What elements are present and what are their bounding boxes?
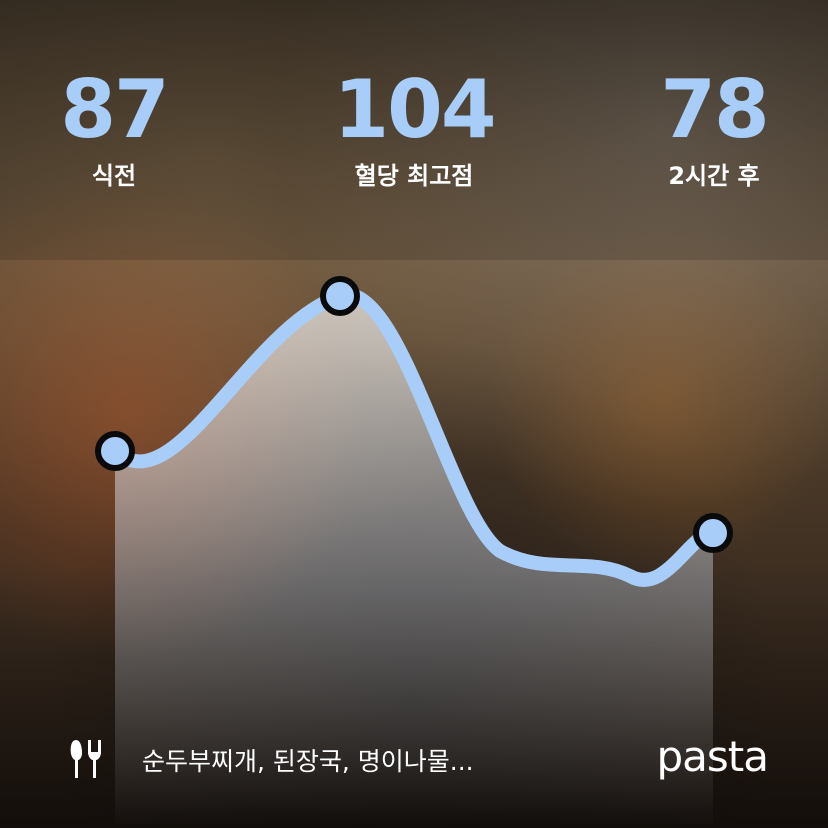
stat-peak-label: 혈당 최고점 — [354, 162, 474, 190]
stat-after-value: 78 — [660, 63, 769, 156]
chart-point-peak — [320, 276, 360, 316]
footer: 순두부찌개, 된장국, 명이나물... pasta — [0, 728, 828, 788]
stat-after-label: 2시간 후 — [668, 162, 760, 190]
stat-after: 78 2시간 후 — [630, 68, 798, 191]
chart-point-after — [693, 513, 733, 554]
chart-point-before — [95, 431, 135, 471]
stat-before-value: 87 — [60, 63, 169, 156]
brand-logo: pasta — [656, 732, 769, 781]
stat-before: 87 식전 — [40, 68, 188, 191]
stat-peak: 104 혈당 최고점 — [300, 68, 528, 191]
fork-knife-icon — [70, 740, 101, 778]
stat-peak-value: 104 — [333, 63, 497, 156]
meal-description: 순두부찌개, 된장국, 명이나물... — [142, 747, 474, 776]
stat-before-label: 식전 — [91, 162, 137, 190]
